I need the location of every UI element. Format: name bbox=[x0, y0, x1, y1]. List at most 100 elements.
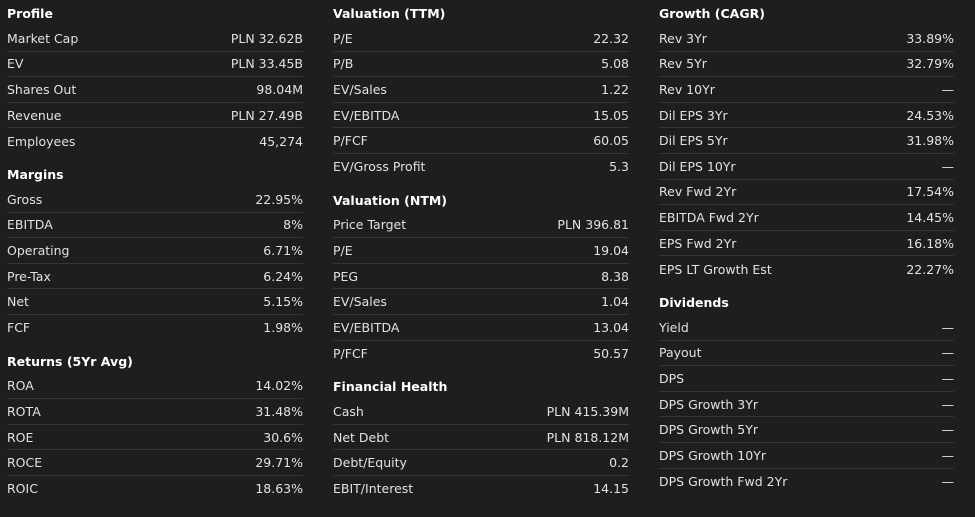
metric-row: P/B 5.08 bbox=[333, 52, 629, 78]
metric-value: PLN 33.45B bbox=[230, 56, 303, 72]
metric-row: Rev 3Yr 33.89% bbox=[659, 26, 954, 52]
section-valuation-ttm: Valuation (TTM) P/E 22.32 P/B 5.08 EV/Sales 1… bbox=[333, 2, 629, 180]
metric-label: EV bbox=[7, 56, 24, 72]
metric-value: 24.53% bbox=[906, 107, 954, 123]
section-valuation-ntm: Valuation (NTM) Price Target PLN 396.81 P/… bbox=[333, 189, 629, 367]
metric-label: Payout bbox=[659, 345, 702, 361]
metric-list: Rev 3Yr 33.89% Rev 5Yr 32.79% Rev 10Yr — Dil E… bbox=[659, 26, 954, 282]
metric-value: 30.6% bbox=[263, 429, 303, 445]
metric-row: Debt/Equity 0.2 bbox=[333, 450, 629, 476]
metric-row: Price Target PLN 396.81 bbox=[333, 213, 629, 239]
metric-row: EV/Gross Profit 5.3 bbox=[333, 154, 629, 180]
metric-label: Rev 5Yr bbox=[659, 56, 707, 72]
metric-label: EV/Gross Profit bbox=[333, 159, 426, 175]
column-middle: Valuation (TTM) P/E 22.32 P/B 5.08 EV/Sales 1… bbox=[333, 0, 629, 502]
column-left: Profile Market Cap PLN 32.62B EV PLN 33.45B… bbox=[7, 0, 303, 502]
metric-value: PLN 396.81 bbox=[557, 217, 629, 233]
metric-label: EPS Fwd 2Yr bbox=[659, 235, 737, 251]
metric-label: EBIT/Interest bbox=[333, 481, 414, 497]
metric-label: Dil EPS 10Yr bbox=[659, 158, 736, 174]
metric-label: DPS Growth 5Yr bbox=[659, 422, 759, 438]
metric-row: Rev 10Yr — bbox=[659, 77, 954, 103]
section-title: Profile bbox=[7, 6, 53, 21]
metric-row: EPS LT Growth Est 22.27% bbox=[659, 256, 954, 282]
metric-label: P/FCF bbox=[333, 345, 368, 361]
metric-value: — bbox=[941, 345, 955, 361]
metric-row: EV PLN 33.45B bbox=[7, 52, 303, 78]
metric-row: EV/Sales 1.04 bbox=[333, 289, 629, 315]
metric-label: DPS Growth Fwd 2Yr bbox=[659, 473, 788, 489]
metric-value: 17.54% bbox=[906, 184, 954, 200]
section-title: Margins bbox=[7, 166, 64, 182]
metric-value: PLN 415.39M bbox=[546, 403, 629, 419]
metric-label: Dil EPS 5Yr bbox=[659, 133, 728, 149]
metric-row: EBIT/Interest 14.15 bbox=[333, 476, 629, 502]
metric-row: EV/EBITDA 13.04 bbox=[333, 315, 629, 341]
metric-row: EPS Fwd 2Yr 16.18% bbox=[659, 231, 954, 257]
metric-value: 60.05 bbox=[593, 133, 629, 149]
metric-row: FCF 1.98% bbox=[7, 315, 303, 341]
metric-label: Yield bbox=[659, 319, 689, 335]
metric-row: EBITDA 8% bbox=[7, 213, 303, 239]
section-title: Growth (CAGR) bbox=[659, 6, 765, 21]
metric-value: 22.32 bbox=[593, 30, 629, 46]
metric-label: Market Cap bbox=[7, 30, 79, 46]
metric-row: DPS Growth 5Yr — bbox=[659, 417, 954, 443]
metric-label: EBITDA bbox=[7, 217, 53, 233]
metric-value: 33.89% bbox=[906, 30, 954, 46]
metric-row: Dil EPS 5Yr 31.98% bbox=[659, 128, 954, 154]
metric-label: ROE bbox=[7, 429, 34, 445]
metric-value: 6.71% bbox=[263, 242, 303, 258]
metric-label: EV/EBITDA bbox=[333, 319, 400, 335]
metric-value: 32.79% bbox=[906, 56, 954, 72]
metric-row: Yield — bbox=[659, 315, 954, 341]
metric-row: DPS Growth 10Yr — bbox=[659, 443, 954, 469]
metric-row: PEG 8.38 bbox=[333, 264, 629, 290]
metric-row: P/FCF 50.57 bbox=[333, 341, 629, 367]
metric-row: Shares Out 98.04M bbox=[7, 77, 303, 103]
metric-value: 1.22 bbox=[601, 81, 629, 97]
metric-label: Dil EPS 3Yr bbox=[659, 107, 728, 123]
metric-value: 31.98% bbox=[906, 133, 954, 149]
metric-label: EBITDA Fwd 2Yr bbox=[659, 209, 759, 225]
metric-row: Cash PLN 415.39M bbox=[333, 399, 629, 425]
metric-value: 18.63% bbox=[255, 481, 303, 497]
metric-row: Revenue PLN 27.49B bbox=[7, 103, 303, 129]
metric-label: Net Debt bbox=[333, 429, 390, 445]
metric-value: 5.3 bbox=[609, 159, 629, 175]
metric-value: PLN 32.62B bbox=[230, 30, 303, 46]
metric-label: P/B bbox=[333, 56, 354, 72]
metric-row: Gross 22.95% bbox=[7, 187, 303, 213]
metric-list: Price Target PLN 396.81 P/E 19.04 PEG 8.38 EV/… bbox=[333, 213, 629, 367]
section-growth: Growth (CAGR) Rev 3Yr 33.89% Rev 5Yr 32.79%… bbox=[659, 2, 954, 282]
metric-list: Market Cap PLN 32.62B EV PLN 33.45B Shares O… bbox=[7, 26, 303, 154]
metric-value: 15.05 bbox=[593, 107, 629, 123]
metric-row: Net 5.15% bbox=[7, 289, 303, 315]
metric-value: — bbox=[941, 422, 955, 438]
metric-label: Shares Out bbox=[7, 81, 77, 97]
metric-label: Operating bbox=[7, 242, 70, 258]
metric-label: P/E bbox=[333, 30, 353, 46]
metric-label: Gross bbox=[7, 191, 43, 207]
metric-value: 19.04 bbox=[593, 242, 629, 258]
metric-row: ROA 14.02% bbox=[7, 374, 303, 400]
metric-row: P/FCF 60.05 bbox=[333, 128, 629, 154]
metric-list: Yield — Payout — DPS — DPS Growth 3Yr — DPS Grow… bbox=[659, 315, 954, 494]
metric-value: PLN 818.12M bbox=[546, 429, 629, 445]
section-profile: Profile Market Cap PLN 32.62B EV PLN 33.45B… bbox=[7, 2, 303, 154]
metric-label: FCF bbox=[7, 320, 31, 336]
metric-value: — bbox=[941, 158, 955, 174]
metric-value: — bbox=[941, 370, 955, 386]
metric-label: Cash bbox=[333, 403, 364, 419]
metric-value: PLN 27.49B bbox=[230, 107, 303, 123]
metric-label: P/E bbox=[333, 242, 353, 258]
metric-value: — bbox=[941, 447, 955, 463]
metric-row: ROCE 29.71% bbox=[7, 450, 303, 476]
metric-value: 14.15 bbox=[593, 481, 629, 497]
metric-value: 1.04 bbox=[601, 294, 629, 310]
metric-value: 31.48% bbox=[255, 403, 303, 419]
metric-label: Rev 3Yr bbox=[659, 30, 707, 46]
metric-row: P/E 22.32 bbox=[333, 26, 629, 52]
metric-label: P/FCF bbox=[333, 133, 368, 149]
metric-value: 5.15% bbox=[263, 294, 303, 310]
